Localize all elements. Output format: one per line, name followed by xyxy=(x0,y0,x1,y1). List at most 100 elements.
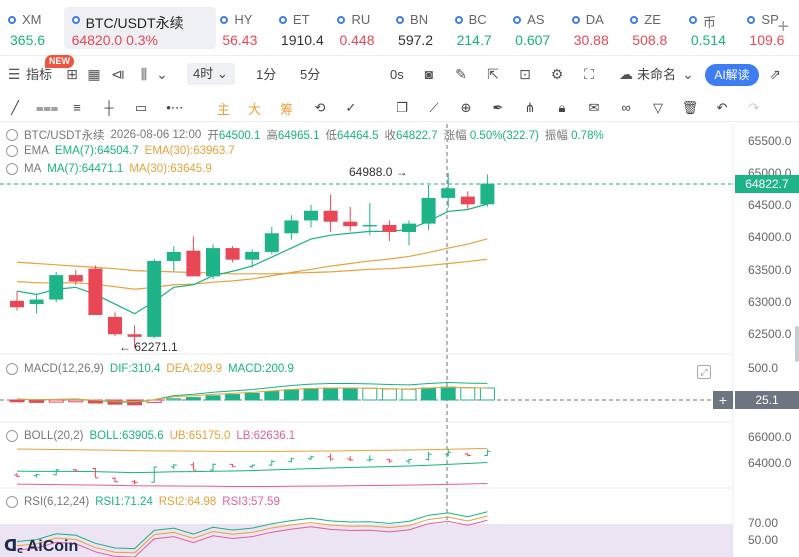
ticker-item[interactable]: ZE 508.8 xyxy=(630,0,685,56)
ticker-item[interactable]: XM 365.6 xyxy=(8,0,60,56)
chevron-down-icon[interactable]: ⌄ xyxy=(154,66,170,82)
panel-scroll-handle[interactable] xyxy=(795,326,799,362)
settings-icon[interactable]: ⚙ xyxy=(549,66,565,82)
note-icon[interactable]: ✉ xyxy=(585,99,603,117)
brush-icon[interactable]: •⋯ xyxy=(166,99,184,117)
indicator-button[interactable]: 指标 xyxy=(26,66,52,84)
horizontal-ray-icon[interactable]: ┼ xyxy=(100,99,118,117)
candle-body xyxy=(68,275,83,282)
high-value: 64965.1 xyxy=(277,130,320,142)
eye-icon[interactable] xyxy=(6,145,18,157)
eye-icon[interactable] xyxy=(6,496,18,508)
eye-icon[interactable] xyxy=(6,129,18,141)
candle-body xyxy=(460,196,475,205)
candle-body xyxy=(402,223,416,232)
interval-selector[interactable]: 4时 ⌄ xyxy=(187,63,235,85)
zoom-in-icon[interactable]: ⊕ xyxy=(457,99,475,117)
candle-body xyxy=(421,197,436,224)
ub-value: UB:65175.0 xyxy=(169,430,231,442)
rsi1-value: RSI1:71.24 xyxy=(95,496,153,508)
parallel-lines-icon[interactable]: ⩶ xyxy=(36,99,58,117)
refresh-icon[interactable]: ⟲ xyxy=(311,99,329,117)
ema-name: EMA xyxy=(24,145,49,157)
replay-icon[interactable]: ⧏ xyxy=(110,66,126,82)
external-link-icon[interactable]: ⇗ xyxy=(767,66,783,82)
macd-bar xyxy=(440,386,456,401)
eye-icon[interactable] xyxy=(6,363,18,375)
ticker-symbol: 币 xyxy=(702,15,716,30)
link-icon[interactable]: ∞ xyxy=(617,99,635,117)
ticker-price: 214.7 xyxy=(456,32,492,48)
edit-icon[interactable]: ✎ xyxy=(453,66,469,82)
ema-legend: EMA EMA(7):64504.7 EMA(30):63963.7 xyxy=(6,145,235,157)
boll-tick: 64000.0 xyxy=(748,456,792,470)
ticker-item[interactable]: BC 214.7 xyxy=(454,0,510,56)
crosshair-add-button[interactable]: + xyxy=(713,391,733,409)
big-toggle-button[interactable]: 大 xyxy=(248,99,261,118)
macd-tick: 500.0 xyxy=(748,361,779,375)
chart-area[interactable]: BTC/USDT永续 2026-08-06 12:00 开64500.1 高64… xyxy=(0,124,799,557)
layout-name-label[interactable]: 未命名 xyxy=(637,66,676,84)
template-icon[interactable]: ⊡ xyxy=(517,66,533,82)
ticker-item[interactable]: 币 0.514 xyxy=(688,0,744,56)
ticker-item[interactable]: AS 0.607 xyxy=(513,0,568,56)
layout-icon[interactable]: ⊞ xyxy=(64,66,80,82)
redo-icon[interactable]: ↷ xyxy=(745,99,763,117)
rectangle-icon[interactable]: ▭ xyxy=(132,99,150,117)
magic-icon[interactable]: ✓ xyxy=(342,99,360,117)
ticker-item[interactable]: DA 30.88 xyxy=(571,0,627,56)
horizontal-lines-icon[interactable]: ≡ xyxy=(68,99,86,117)
main-toggle-button[interactable]: 主 xyxy=(217,99,230,118)
price-tick: 63500.0 xyxy=(748,263,792,277)
line-tool-icon[interactable]: ╱ xyxy=(6,99,24,117)
ticker-symbol: RU xyxy=(351,12,371,27)
undo-icon[interactable]: ↶ xyxy=(713,99,731,117)
list-icon[interactable]: ☰ xyxy=(6,66,22,82)
macd-bar xyxy=(68,399,84,403)
interval-5m-button[interactable]: 5分 xyxy=(300,66,320,84)
lock-icon[interactable]: 🔒︎ xyxy=(553,99,571,117)
share-icon[interactable]: ⇱ xyxy=(485,66,501,82)
current-price-tag: 64822.7 xyxy=(735,175,799,193)
camera-icon[interactable]: ◙ xyxy=(421,66,437,82)
ticker-item[interactable]: BTC/USDT永续 64820.0 0.3% xyxy=(63,7,217,49)
ticker-item[interactable]: BN 597.2 xyxy=(396,0,451,56)
boll-tick: 66000.0 xyxy=(748,430,792,444)
high-label: 高 xyxy=(266,130,278,142)
candle-body xyxy=(362,224,377,227)
trash-icon[interactable]: 🗑︎ xyxy=(681,99,699,117)
ticker-item[interactable]: RU 0.448 xyxy=(337,0,392,56)
chip-toggle-button[interactable]: 筹 xyxy=(280,99,293,118)
macd-value: MACD:200.9 xyxy=(228,363,294,375)
ticker-price: 1910.4 xyxy=(280,32,324,48)
filter-icon[interactable]: ▽ xyxy=(649,99,667,117)
macd-bar xyxy=(264,391,280,401)
expand-icon[interactable]: ⤢ xyxy=(697,365,711,379)
magnet-icon[interactable]: ⋔ xyxy=(521,99,539,117)
ticker-price: 597.2 xyxy=(398,32,434,48)
eye-icon[interactable] xyxy=(6,430,18,442)
ticker-item[interactable]: SP 109.6 xyxy=(747,0,799,56)
ticker-item[interactable]: ET 1910.4 xyxy=(278,0,334,56)
cloud-icon[interactable]: ☁ xyxy=(618,66,634,82)
pen-icon[interactable]: ✒ xyxy=(489,99,507,117)
fullscreen-icon[interactable]: ⛶ xyxy=(581,66,597,82)
copy-icon[interactable]: ❐ xyxy=(393,99,411,117)
ticker-dot-icon xyxy=(630,16,639,24)
amp-label: 振幅 xyxy=(544,130,568,142)
chevron-down-icon[interactable]: ⌄ xyxy=(680,66,696,82)
interval-1m-button[interactable]: 1分 xyxy=(256,66,276,84)
ai-analysis-button[interactable]: AI解读 xyxy=(705,64,759,86)
ruler-icon[interactable]: ⟋ xyxy=(425,99,443,117)
candle-type-icon[interactable]: ⫼ xyxy=(136,66,152,82)
add-ticker-button[interactable]: + xyxy=(777,16,789,39)
candle-body xyxy=(304,210,318,221)
macd-bar xyxy=(244,392,260,401)
ticker-symbol: BTC/USDT永续 xyxy=(85,15,184,31)
ticker-item[interactable]: HY 56.43 xyxy=(220,0,275,56)
eye-icon[interactable] xyxy=(6,163,18,175)
countdown-label: 0s xyxy=(390,67,404,82)
grid-icon[interactable]: ▦ xyxy=(86,66,102,82)
main-toolbar: ☰ 指标 NEW ⊞ ▦ ⧏ ⫼ ⌄ 4时 ⌄ 1分 5分 0s ◙ ✎ ⇱ ⊡… xyxy=(0,55,799,91)
ticker-dot-icon xyxy=(278,16,287,24)
